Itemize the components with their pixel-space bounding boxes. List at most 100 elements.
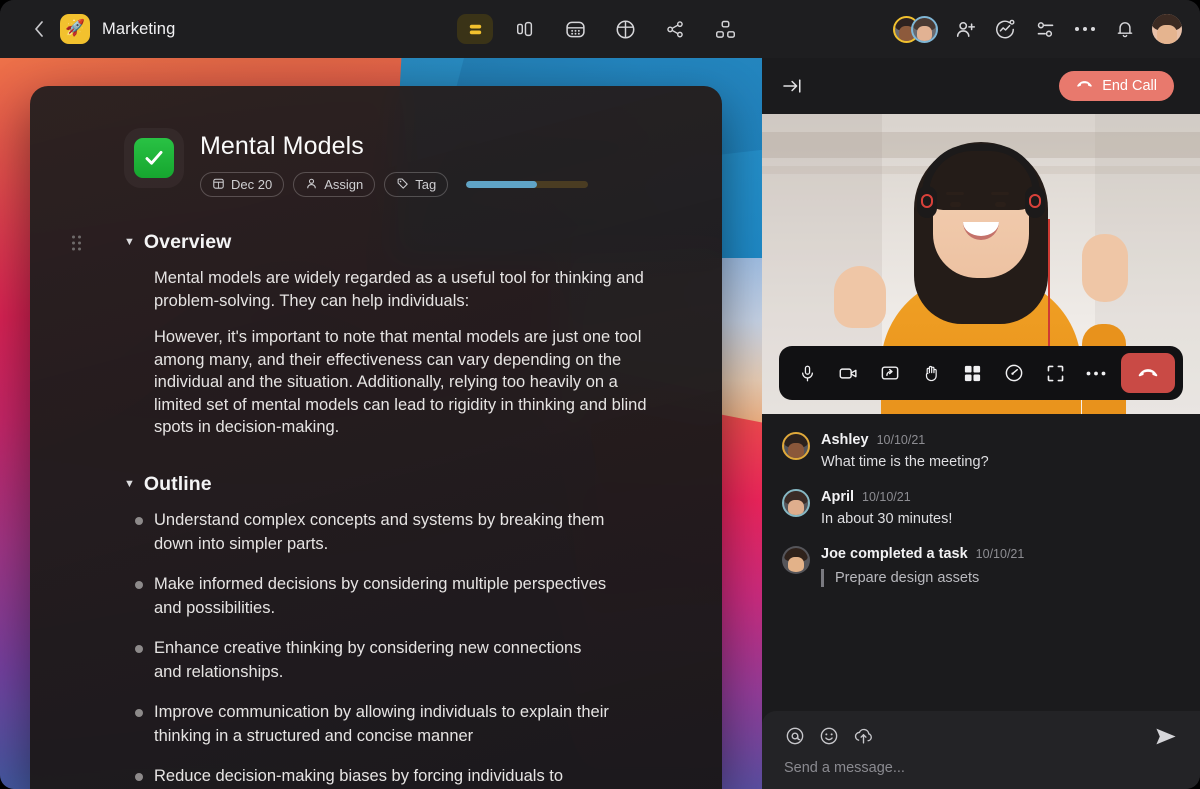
document-title-row: Mental Models Dec 20 [66, 128, 686, 197]
bell-icon[interactable] [1112, 16, 1138, 42]
section-overview-header: ▼ Overview [66, 231, 686, 254]
chat-message-header: Joe completed a task 10/10/21 [821, 546, 1178, 562]
task-progress-fill [466, 181, 537, 188]
tab-table-view[interactable] [607, 14, 643, 44]
chat-message-body: Joe completed a task 10/10/21 Prepare de… [821, 546, 1178, 587]
message-input[interactable] [784, 760, 1178, 776]
list-item[interactable]: Enhance creative thinking by considering… [124, 636, 686, 684]
end-call-button[interactable]: End Call [1059, 71, 1174, 101]
task-progress-bar[interactable] [466, 181, 588, 188]
page-title[interactable]: Mental Models [200, 132, 588, 161]
chat-message: Joe completed a task 10/10/21 Prepare de… [782, 546, 1178, 587]
avatar[interactable] [782, 546, 810, 574]
drag-handle-icon[interactable] [72, 235, 81, 250]
send-paper-plane-icon[interactable] [1154, 726, 1178, 747]
collapse-panel-icon[interactable] [780, 73, 806, 99]
upload-cloud-icon[interactable] [852, 725, 874, 747]
hangup-phone-icon [1076, 78, 1093, 94]
headphone-cup-left [917, 186, 937, 218]
view-switcher [457, 14, 743, 44]
outline-bullet-list: Understand complex concepts and systems … [66, 508, 686, 789]
chat-message: Ashley 10/10/21 What time is the meeting… [782, 432, 1178, 471]
chip-tag-label: Tag [415, 177, 436, 192]
chip-due-date-label: Dec 20 [231, 177, 272, 192]
member-avatars[interactable] [893, 16, 938, 43]
hangup-button[interactable] [1121, 353, 1175, 393]
participant-hand-right [1082, 234, 1128, 302]
app-window: 🚀 Marketing [0, 0, 1200, 789]
avatar-face [784, 434, 808, 458]
microphone-icon[interactable] [787, 353, 828, 393]
video-camera-icon[interactable] [828, 353, 869, 393]
tab-hierarchy-view[interactable] [707, 14, 743, 44]
chat-message-body: April 10/10/21 In about 30 minutes! [821, 489, 1178, 528]
grid-layout-icon[interactable] [952, 353, 993, 393]
avatar-face [784, 548, 808, 572]
chat-author-name: April [821, 489, 854, 505]
chat-message-header: Ashley 10/10/21 [821, 432, 1178, 448]
list-item-text: Enhance creative thinking by considering… [154, 636, 609, 684]
avatar-current-user[interactable] [1152, 14, 1182, 44]
app-header: 🚀 Marketing [0, 0, 1200, 58]
list-item-text: Improve communication by allowing indivi… [154, 700, 609, 748]
add-person-icon[interactable] [952, 16, 978, 42]
chat-message-body: Ashley 10/10/21 What time is the meeting… [821, 432, 1178, 471]
green-check-icon[interactable] [134, 138, 174, 178]
chip-due-date[interactable]: Dec 20 [200, 172, 284, 197]
activity-chart-icon[interactable] [992, 16, 1018, 42]
avatar[interactable] [782, 432, 810, 460]
filter-settings-icon[interactable] [1032, 16, 1058, 42]
tab-split-view[interactable] [507, 14, 543, 44]
avatar[interactable] [782, 489, 810, 517]
participant-eye-right [995, 202, 1006, 207]
speed-gauge-icon[interactable] [993, 353, 1034, 393]
ellipsis-icon[interactable] [1072, 16, 1098, 42]
video-feed[interactable] [762, 114, 1200, 414]
project-emoji[interactable]: 🚀 [60, 14, 90, 44]
ellipsis-icon[interactable] [1076, 353, 1117, 393]
list-item[interactable]: Reduce decision-making biases by forcing… [124, 764, 686, 789]
chip-tag[interactable]: Tag [384, 172, 448, 197]
composer-toolbar [784, 725, 1178, 747]
chat-author-name: Ashley [821, 432, 869, 448]
collapse-caret-icon[interactable]: ▼ [124, 479, 135, 490]
call-panel: End Call [762, 58, 1200, 789]
at-mention-icon[interactable] [784, 725, 806, 747]
workspace-area: Mental Models Dec 20 [0, 58, 762, 789]
document-content: Mental Models Dec 20 [30, 86, 722, 789]
tab-share-view[interactable] [657, 14, 693, 44]
bullet-dot-icon [124, 636, 154, 684]
chip-assign[interactable]: Assign [293, 172, 375, 197]
project-title: Marketing [102, 20, 175, 39]
section-outline: ▼ Outline Understand complex concepts an… [66, 473, 686, 789]
tab-board-view[interactable] [557, 14, 593, 44]
back-chevron-icon[interactable] [30, 20, 48, 38]
list-item-text: Reduce decision-making biases by forcing… [154, 764, 609, 789]
chat-task-reference[interactable]: Prepare design assets [821, 569, 1178, 587]
collapse-caret-icon[interactable]: ▼ [124, 237, 135, 248]
screen-share-icon[interactable] [870, 353, 911, 393]
participant-waving-hand [834, 266, 886, 328]
avatar-member-2[interactable] [911, 16, 938, 43]
bullet-dot-icon [124, 572, 154, 620]
call-panel-header: End Call [762, 58, 1200, 114]
task-status-wrap[interactable] [124, 128, 184, 188]
chat-message-text: In about 30 minutes! [821, 510, 1178, 528]
section-overview-title: Overview [144, 231, 232, 254]
fullscreen-icon[interactable] [1035, 353, 1076, 393]
list-item[interactable]: Understand complex concepts and systems … [124, 508, 686, 556]
emoji-smiley-icon[interactable] [818, 725, 840, 747]
project-emoji-glyph: 🚀 [65, 21, 85, 37]
header-right [893, 14, 1200, 44]
list-item[interactable]: Make informed decisions by considering m… [124, 572, 686, 620]
calendar-icon [212, 177, 225, 193]
bullet-dot-icon [124, 700, 154, 748]
list-item[interactable]: Improve communication by allowing indivi… [124, 700, 686, 748]
avatar-face [1152, 14, 1182, 44]
raise-hand-icon[interactable] [911, 353, 952, 393]
participant-eye-left [950, 202, 961, 207]
chat-message-list[interactable]: Ashley 10/10/21 What time is the meeting… [762, 414, 1200, 711]
call-controls-bar [779, 346, 1183, 400]
chat-message-text: What time is the meeting? [821, 453, 1178, 471]
tab-list-view[interactable] [457, 14, 493, 44]
